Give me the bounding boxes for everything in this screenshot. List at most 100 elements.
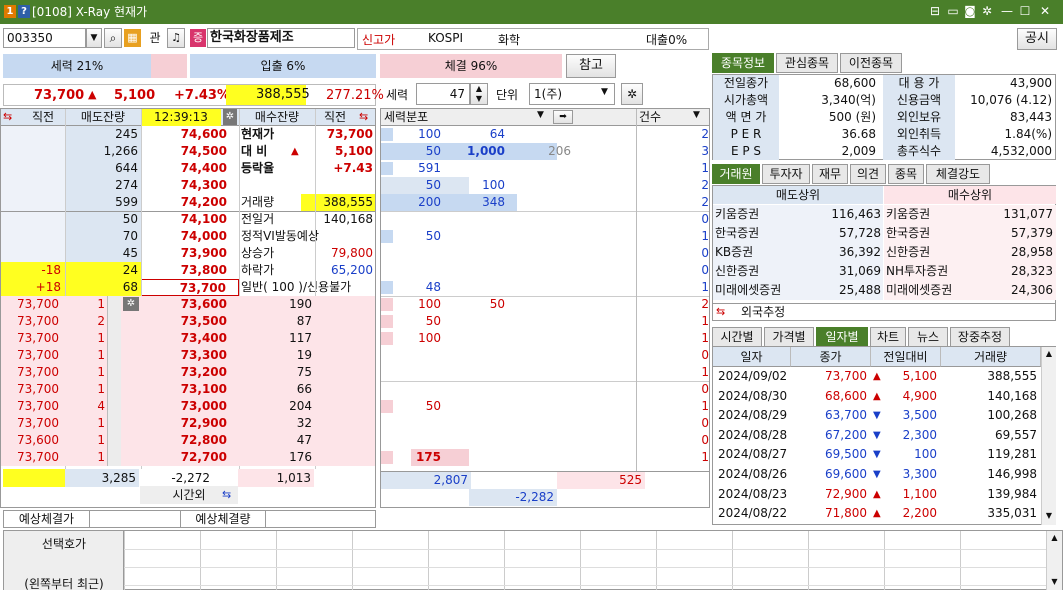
calendar-icon[interactable]: ▦ bbox=[124, 29, 141, 47]
ask-qty[interactable]: 68 bbox=[65, 279, 141, 296]
ask-price[interactable]: 74,000 bbox=[141, 228, 239, 245]
gear-icon[interactable]: ✲ bbox=[980, 4, 994, 18]
arrows-swap-icon-3[interactable]: ⇆ bbox=[716, 305, 725, 318]
sell-broker-volume: 36,392 bbox=[839, 245, 881, 259]
ask-price[interactable]: 73,800 bbox=[141, 262, 239, 279]
arrows-swap-icon-2[interactable]: ⇆ bbox=[359, 110, 368, 123]
ask-qty[interactable]: 24 bbox=[65, 262, 141, 279]
seryeok-input[interactable]: 47 bbox=[416, 83, 470, 105]
bid-price[interactable]: 73,000 bbox=[141, 398, 239, 415]
bid-qty[interactable]: 32 bbox=[239, 415, 315, 432]
refresh-icon[interactable]: ⇆ bbox=[222, 488, 231, 501]
stock-code-input[interactable]: 003350 bbox=[3, 28, 86, 48]
ask-qty[interactable]: 1,266 bbox=[65, 143, 141, 160]
bid-qty[interactable]: 176 bbox=[239, 449, 315, 466]
bid-price[interactable]: 73,600 bbox=[141, 296, 239, 313]
ask-price[interactable]: 74,600 bbox=[141, 126, 239, 143]
ask-price[interactable]: 73,700 bbox=[141, 279, 239, 296]
scroll-down-icon-2[interactable]: ▼ bbox=[1047, 577, 1062, 586]
settings-gear-icon[interactable]: ✲ bbox=[621, 83, 643, 105]
camera-icon[interactable]: ◙ bbox=[963, 4, 977, 18]
maximize-icon[interactable]: ☐ bbox=[1018, 4, 1032, 18]
tab-tabs2-2[interactable]: 재무 bbox=[812, 164, 848, 184]
tab-tabs2-3[interactable]: 의견 bbox=[850, 164, 886, 184]
bid-qty[interactable]: 66 bbox=[239, 381, 315, 398]
bid-qty[interactable]: 19 bbox=[239, 347, 315, 364]
bid-price[interactable]: 72,800 bbox=[141, 432, 239, 449]
disclosure-button[interactable]: 공시 bbox=[1017, 28, 1057, 50]
reference-button[interactable]: 참고 bbox=[566, 54, 616, 78]
ask-price[interactable]: 74,200 bbox=[141, 194, 239, 211]
scrollbar[interactable]: ▲ ▼ bbox=[1041, 347, 1056, 525]
scroll-up-icon-2[interactable]: ▲ bbox=[1047, 533, 1062, 542]
tab-tabs2-1[interactable]: 투자자 bbox=[762, 164, 810, 184]
bid-price[interactable]: 73,500 bbox=[141, 313, 239, 330]
scroll-up-icon[interactable]: ▲ bbox=[1042, 349, 1056, 358]
stock-name: 한국화장품제조 bbox=[207, 28, 355, 48]
bid-price[interactable]: 73,400 bbox=[141, 330, 239, 347]
bid-price[interactable]: 72,900 bbox=[141, 415, 239, 432]
tab-tabs3-5[interactable]: 장중추정 bbox=[950, 327, 1010, 347]
bid-price[interactable]: 73,300 bbox=[141, 347, 239, 364]
minimize-icon[interactable]: — bbox=[1000, 4, 1014, 18]
tab-tabs1-2[interactable]: 이전종목 bbox=[840, 53, 902, 73]
ask-qty[interactable]: 70 bbox=[65, 228, 141, 245]
ask-qty[interactable]: 644 bbox=[65, 160, 141, 177]
gear-small-icon-2[interactable]: ✲ bbox=[123, 297, 139, 311]
alarm-icon[interactable]: ♫ bbox=[167, 28, 185, 48]
bid-qty[interactable]: 47 bbox=[239, 432, 315, 449]
bid-qty[interactable]: 75 bbox=[239, 364, 315, 381]
bid-price[interactable]: 73,200 bbox=[141, 364, 239, 381]
tab-tabs1-0[interactable]: 종목정보 bbox=[712, 53, 774, 73]
scrollbar-bottom[interactable]: ▲ ▼ bbox=[1046, 531, 1062, 590]
header-prev2: 직전 bbox=[323, 110, 347, 124]
daily-header: 종가 bbox=[791, 347, 871, 367]
search-icon[interactable]: ⌕ bbox=[104, 28, 122, 48]
ask-qty[interactable]: 274 bbox=[65, 177, 141, 194]
bid-price[interactable]: 72,700 bbox=[141, 449, 239, 466]
spin-icon[interactable]: ▲ ▼ bbox=[470, 83, 488, 105]
tab-tabs2-5[interactable]: 체결강도 bbox=[926, 164, 990, 184]
bid-qty[interactable]: 87 bbox=[239, 313, 315, 330]
buy-top-header: 매수상위 bbox=[884, 186, 1056, 204]
arrow-right-icon[interactable]: ➡ bbox=[553, 110, 573, 124]
tab-tabs2-0[interactable]: 거래원 bbox=[712, 164, 760, 184]
tab-tabs3-4[interactable]: 뉴스 bbox=[908, 327, 948, 347]
ask-qty[interactable]: 45 bbox=[65, 245, 141, 262]
ask-price[interactable]: 73,900 bbox=[141, 245, 239, 262]
stock-info-label-2: 총주식수 bbox=[896, 144, 942, 158]
ask-price[interactable]: 74,500 bbox=[141, 143, 239, 160]
chevron-down-icon[interactable]: ▼ bbox=[601, 87, 608, 97]
ask-price[interactable]: 74,300 bbox=[141, 177, 239, 194]
tab-tabs1-1[interactable]: 관심종목 bbox=[776, 53, 838, 73]
bid-qty[interactable]: 117 bbox=[239, 330, 315, 347]
ask-price[interactable]: 74,100 bbox=[141, 211, 239, 228]
tab-tabs3-2[interactable]: 일자별 bbox=[816, 327, 868, 347]
bid-price[interactable]: 73,100 bbox=[141, 381, 239, 398]
bid-scrollbar[interactable] bbox=[107, 296, 121, 466]
help-badge[interactable]: ? bbox=[18, 5, 30, 18]
interest-button[interactable]: 관 bbox=[146, 29, 164, 47]
ipchul-bar: 입출 6% bbox=[190, 54, 376, 78]
tab-tabs3-1[interactable]: 가격별 bbox=[764, 327, 814, 347]
chevron-down-icon-3[interactable]: ▼ bbox=[693, 110, 700, 120]
ask-qty[interactable]: 599 bbox=[65, 194, 141, 211]
tab-tabs3-3[interactable]: 차트 bbox=[870, 327, 906, 347]
ask-qty[interactable]: 50 bbox=[65, 211, 141, 228]
tab-tabs2-4[interactable]: 종목 bbox=[888, 164, 924, 184]
gear-small-icon[interactable]: ✲ bbox=[223, 109, 237, 125]
ask-price[interactable]: 74,400 bbox=[141, 160, 239, 177]
daily-table: 일자 종가 전일대비 거래량 2024/09/02 73,700 ▲ 5,100 388,55… bbox=[712, 346, 1056, 525]
code-dropdown-icon[interactable]: ▼ bbox=[86, 28, 102, 48]
pin-icon[interactable]: ⊟ bbox=[928, 4, 942, 18]
scroll-down-icon[interactable]: ▼ bbox=[1042, 511, 1056, 520]
ask-qty[interactable]: 245 bbox=[65, 126, 141, 143]
arrows-swap-icon[interactable]: ⇆ bbox=[3, 110, 12, 123]
close-icon[interactable]: ✕ bbox=[1038, 4, 1052, 18]
bid-qty[interactable]: 190 bbox=[239, 296, 315, 313]
window-icon[interactable]: ▭ bbox=[946, 4, 960, 18]
chevron-down-icon-2[interactable]: ▼ bbox=[537, 110, 544, 120]
bid-qty[interactable]: 204 bbox=[239, 398, 315, 415]
tab-tabs3-0[interactable]: 시간별 bbox=[712, 327, 762, 347]
daily-date: 2024/08/27 bbox=[718, 447, 788, 462]
